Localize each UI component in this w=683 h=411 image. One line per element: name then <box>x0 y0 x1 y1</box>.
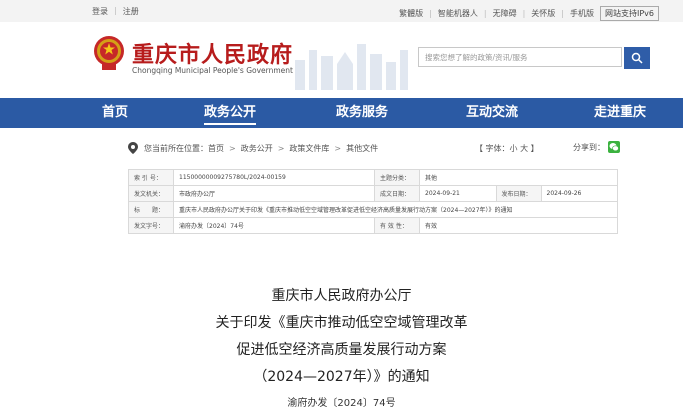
main-nav: 首页 政务公开 政务服务 互动交流 走进重庆 <box>0 98 683 128</box>
city-skyline-graphic <box>295 44 408 90</box>
top-utility-bar: 登录 | 注册 繁體版 | 智能机器人 | 无障碍 | 关怀版 | 手机版 网站… <box>0 0 683 22</box>
document-title-line-2: 促进低空经济高质量发展行动方案 <box>236 342 447 358</box>
traditional-chinese-link[interactable]: 繁體版 <box>399 8 423 19</box>
index-number-label: 索 引 号： <box>128 169 174 186</box>
subject-label: 主题分类： <box>374 169 420 186</box>
national-emblem-icon[interactable] <box>92 34 126 72</box>
breadcrumb-policy-library[interactable]: 政策文件库 <box>289 143 329 154</box>
accessibility-link[interactable]: 无障碍 <box>493 8 517 19</box>
register-link[interactable]: 注册 <box>123 6 139 17</box>
site-title[interactable]: 重庆市人民政府 <box>132 37 293 69</box>
nav-item-about-chongqing[interactable]: 走进重庆 <box>588 98 652 128</box>
search-icon <box>631 52 643 64</box>
breadcrumb-other-files[interactable]: 其他文件 <box>346 143 378 154</box>
document-title-line-3: （2024—2027年）》的通知 <box>253 369 430 385</box>
document-issuer-heading: 重庆市人民政府办公厅 <box>271 288 412 304</box>
breadcrumb-separator: > <box>277 143 285 153</box>
divider: | <box>522 9 526 18</box>
table-row: 标 题： 重庆市人民政府办公厅关于印发《重庆市推动低空空域管理改革促进低空经济高… <box>128 201 618 218</box>
font-size-small[interactable]: 小 <box>510 144 518 153</box>
divider: | <box>114 6 117 15</box>
nav-item-home[interactable]: 首页 <box>92 98 138 128</box>
issuer-value: 市政府办公厅 <box>173 185 375 202</box>
publish-date-value: 2024-09-26 <box>540 185 618 202</box>
nav-item-government-affairs-open[interactable]: 政务公开 <box>198 98 262 128</box>
written-date-value: 2024-09-21 <box>419 185 497 202</box>
document-number-label: 发文字号： <box>128 217 174 234</box>
title-value: 重庆市人民政府办公厅关于印发《重庆市推动低空空域管理改革促进低空经济高质量发展行… <box>173 201 618 218</box>
divider: | <box>429 9 432 18</box>
location-pin-icon <box>128 142 138 154</box>
breadcrumb-prefix: 您当前所在位置： <box>144 143 208 153</box>
font-size-large[interactable]: 大 <box>520 144 528 153</box>
wechat-icon[interactable] <box>608 141 620 153</box>
title-label: 标 题： <box>128 201 174 218</box>
site-tools: 繁體版 | 智能机器人 | 无障碍 | 关怀版 | 手机版 网站支持IPv6 <box>399 6 659 21</box>
nav-item-government-services[interactable]: 政务服务 <box>330 98 394 128</box>
index-number-value: 11500000009275780L/2024-00159 <box>173 169 375 186</box>
document-number: 渝府办发〔2024〕74号 <box>287 398 396 409</box>
subject-value: 其他 <box>419 169 618 186</box>
table-row: 索 引 号： 11500000009275780L/2024-00159 主题分… <box>128 169 618 186</box>
mobile-version-link[interactable]: 手机版 <box>570 8 594 19</box>
robot-link[interactable]: 智能机器人 <box>438 8 478 19</box>
share-label: 分享到： <box>573 142 605 152</box>
issuer-label: 发文机关： <box>128 185 174 202</box>
divider: | <box>561 9 564 18</box>
share-control: 分享到： <box>573 141 620 153</box>
breadcrumb-separator: > <box>334 143 342 153</box>
table-row: 发文机关： 市政府办公厅 成文日期： 2024-09-21 发布日期： 2024… <box>128 185 618 202</box>
written-date-label: 成文日期： <box>374 185 420 202</box>
search-bar: 搜索您想了解的政策/资讯/服务 <box>418 47 650 69</box>
font-size-label: 【 字体： <box>475 144 510 153</box>
publish-date-label: 发布日期： <box>495 185 542 202</box>
account-links: 登录 | 注册 <box>92 6 139 17</box>
nav-item-interaction[interactable]: 互动交流 <box>460 98 524 128</box>
site-header: 重庆市人民政府 Chongqing Municipal People's Gov… <box>0 22 683 98</box>
divider: | <box>483 9 487 18</box>
search-input[interactable]: 搜索您想了解的政策/资讯/服务 <box>418 47 622 67</box>
validity-value: 有效 <box>419 217 618 234</box>
site-title-english: Chongqing Municipal People's Government <box>132 66 293 75</box>
validity-label: 有 效 性： <box>374 217 420 234</box>
document-metadata-table: 索 引 号： 11500000009275780L/2024-00159 主题分… <box>128 169 618 234</box>
table-row: 发文字号： 渝府办发〔2024〕74号 有 效 性： 有效 <box>128 217 618 234</box>
ipv6-badge: 网站支持IPv6 <box>599 6 659 21</box>
breadcrumb-home[interactable]: 首页 <box>208 143 224 154</box>
document-title-line-1: 关于印发《重庆市推动低空空域管理改革 <box>215 315 468 331</box>
font-size-suffix: 】 <box>528 144 539 153</box>
breadcrumb-government-affairs-open[interactable]: 政务公开 <box>241 143 273 154</box>
search-button[interactable] <box>624 47 650 69</box>
breadcrumb-separator: > <box>229 143 236 153</box>
document-number-value: 渝府办发〔2024〕74号 <box>173 217 375 234</box>
breadcrumb: 您当前所在位置： 首页 > 政务公开 > 政策文件库 > 其他文件 <box>128 140 618 156</box>
care-version-link[interactable]: 关怀版 <box>531 8 555 19</box>
font-size-control: 【 字体：小 大 】 <box>475 143 539 154</box>
login-link[interactable]: 登录 <box>92 6 108 17</box>
